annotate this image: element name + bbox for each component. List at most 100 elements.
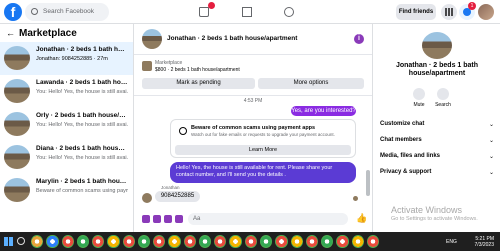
- conversation-preview: Beware of common scams using payment... …: [36, 188, 128, 194]
- chat-avatar[interactable]: [142, 29, 162, 49]
- conversation-title: Marylin · 2 beds 1 bath house/apartment: [36, 178, 128, 185]
- listing-photo[interactable]: [422, 32, 452, 59]
- search-icon: [437, 88, 449, 100]
- learn-more-button[interactable]: Learn More: [175, 145, 351, 155]
- chat-title[interactable]: Jonathan · 2 beds 1 bath house/apartment: [167, 35, 297, 42]
- sticker-icon[interactable]: [164, 215, 172, 223]
- clock[interactable]: 5:21 PM 7/3/2023: [475, 236, 494, 248]
- outgoing-message[interactable]: Hello! Yes, the house is still available…: [170, 162, 356, 183]
- conversation-title: Diana · 2 beds 1 bath house/apartment: [36, 145, 128, 152]
- image-icon[interactable]: [153, 215, 161, 223]
- taskbar-app-icon[interactable]: [244, 235, 257, 248]
- back-arrow-icon[interactable]: ←: [6, 28, 15, 38]
- message-composer: Aa 👍: [134, 208, 372, 232]
- taskbar-app-icon[interactable]: [229, 235, 242, 248]
- groups-nav-button[interactable]: [282, 5, 296, 19]
- taskbar-app-icon[interactable]: [61, 235, 74, 248]
- taskbar-app-icon[interactable]: [305, 235, 319, 248]
- taskbar-app-icon[interactable]: [275, 235, 288, 248]
- section-label: Media, files and links: [380, 153, 441, 159]
- message-input[interactable]: Aa: [188, 213, 348, 225]
- chevron-down-icon: ⌄: [488, 138, 494, 144]
- taskbar-app-icon[interactable]: [290, 235, 303, 248]
- taskbar-app-icon[interactable]: [259, 235, 273, 248]
- notice-body: Watch out for fake emails or requests to…: [191, 132, 335, 137]
- more-options-button[interactable]: More options: [258, 78, 364, 89]
- scrollbar[interactable]: [366, 170, 370, 196]
- conversation-item[interactable]: Diana · 2 beds 1 bath house/apartment Yo…: [0, 141, 133, 174]
- taskbar-app-icon[interactable]: [336, 235, 349, 248]
- listing-mini-thumbnail: [142, 61, 152, 71]
- find-friends-button[interactable]: Find friends: [396, 4, 436, 20]
- taskbar-app-icon[interactable]: [351, 235, 364, 248]
- windows-taskbar: ENG 5:21 PM 7/3/2023: [0, 232, 500, 251]
- mark-pending-button[interactable]: Mark as pending: [142, 78, 255, 89]
- taskbar-app-icon[interactable]: [46, 235, 59, 248]
- menu-button[interactable]: [441, 4, 457, 20]
- listing-summary: Marketplace $800 · 2 beds 1 bath house/a…: [134, 55, 372, 95]
- listing-thumbnail: [4, 79, 30, 103]
- video-icon: [242, 7, 252, 17]
- windows-start-icon[interactable]: [4, 237, 13, 246]
- conversation-preview: You: Hello! Yes, the house is still avai…: [36, 89, 128, 95]
- sender-avatar[interactable]: [142, 193, 152, 203]
- search-input[interactable]: Search Facebook: [25, 3, 109, 21]
- groups-icon: [284, 7, 294, 17]
- chat-header: Jonathan · 2 beds 1 bath house/apartment…: [134, 24, 372, 55]
- outgoing-message[interactable]: Yes, are you interested?: [291, 106, 356, 116]
- like-icon[interactable]: 👍: [356, 214, 367, 223]
- taskbar-app-icon[interactable]: [198, 235, 212, 248]
- top-navigation-bar: f Search Facebook Find friends 1: [0, 0, 500, 24]
- conversation-item[interactable]: Jonathan · 2 beds 1 bath house/apartment…: [0, 42, 133, 75]
- conversation-item[interactable]: Marylin · 2 beds 1 bath house/apartment …: [0, 174, 133, 207]
- marketplace-title: Marketplace: [19, 28, 77, 39]
- taskbar-app-icon[interactable]: [31, 235, 44, 248]
- conversation-item[interactable]: Lawanda · 2 beds 1 bath house/apartment …: [0, 75, 133, 108]
- incoming-message[interactable]: 9084252885: [155, 191, 200, 202]
- taskbar-app-icon[interactable]: [137, 235, 151, 248]
- clock-date: 7/3/2023: [474, 242, 494, 248]
- search-label: Search: [435, 102, 451, 108]
- taskbar-app-icon[interactable]: [168, 235, 181, 248]
- message-timestamp: 4:53 PM: [243, 98, 263, 104]
- gif-icon[interactable]: [175, 215, 183, 223]
- system-tray: ENG 5:21 PM 7/3/2023: [425, 232, 500, 251]
- facebook-logo[interactable]: f: [4, 3, 22, 21]
- privacy-support-section[interactable]: Privacy & support ⌄: [380, 169, 494, 176]
- marketplace-label: Marketplace: [155, 60, 183, 66]
- watch-nav-button[interactable]: [240, 5, 254, 19]
- account-avatar[interactable]: [478, 4, 494, 20]
- message-thread[interactable]: 4:53 PM Yes, are you interested? Beware …: [134, 95, 372, 204]
- taskbar-app-icon[interactable]: [122, 235, 135, 248]
- mute-button[interactable]: Mute: [406, 88, 432, 108]
- taskbar-app-icon[interactable]: [107, 235, 120, 248]
- taskbar-app-icon[interactable]: [366, 235, 380, 248]
- listing-price[interactable]: $800 · 2 beds 1 bath house/apartment: [155, 67, 372, 73]
- search-icon[interactable]: [17, 237, 25, 245]
- listing-thumbnail: [4, 178, 30, 202]
- search-in-conversation-button[interactable]: Search: [430, 88, 456, 108]
- conversation-item[interactable]: Orly · 2 beds 1 bath house/apartment You…: [0, 108, 133, 141]
- mute-label: Mute: [413, 102, 425, 108]
- media-files-links-section[interactable]: Media, files and links ⌄: [380, 153, 494, 160]
- home-nav-button[interactable]: [197, 2, 215, 19]
- chevron-down-icon: ⌄: [488, 170, 494, 176]
- marketplace-conversation-list: ← Marketplace Jonathan · 2 beds 1 bath ho…: [0, 24, 134, 232]
- chat-panel: Jonathan · 2 beds 1 bath house/apartment…: [134, 24, 372, 232]
- taskbar-app-icon[interactable]: [183, 235, 196, 248]
- info-icon[interactable]: i: [354, 34, 364, 44]
- marketplace-header: ← Marketplace: [0, 24, 133, 42]
- customize-chat-section[interactable]: Customize chat ⌄: [380, 121, 494, 128]
- language-indicator[interactable]: ENG: [446, 239, 457, 245]
- taskbar-app-icon[interactable]: [321, 235, 334, 248]
- taskbar-app-icon[interactable]: [92, 235, 105, 248]
- pinned-apps: [31, 235, 380, 248]
- taskbar-app-icon[interactable]: [76, 235, 90, 248]
- chevron-down-icon: ⌄: [488, 154, 494, 160]
- plus-icon[interactable]: [142, 215, 150, 223]
- taskbar-app-icon[interactable]: [153, 235, 166, 248]
- taskbar-app-icon[interactable]: [214, 235, 227, 248]
- chat-members-section[interactable]: Chat members ⌄: [380, 137, 494, 144]
- notification-count-badge: 1: [468, 2, 476, 10]
- activate-windows-watermark: Activate Windows: [391, 205, 463, 215]
